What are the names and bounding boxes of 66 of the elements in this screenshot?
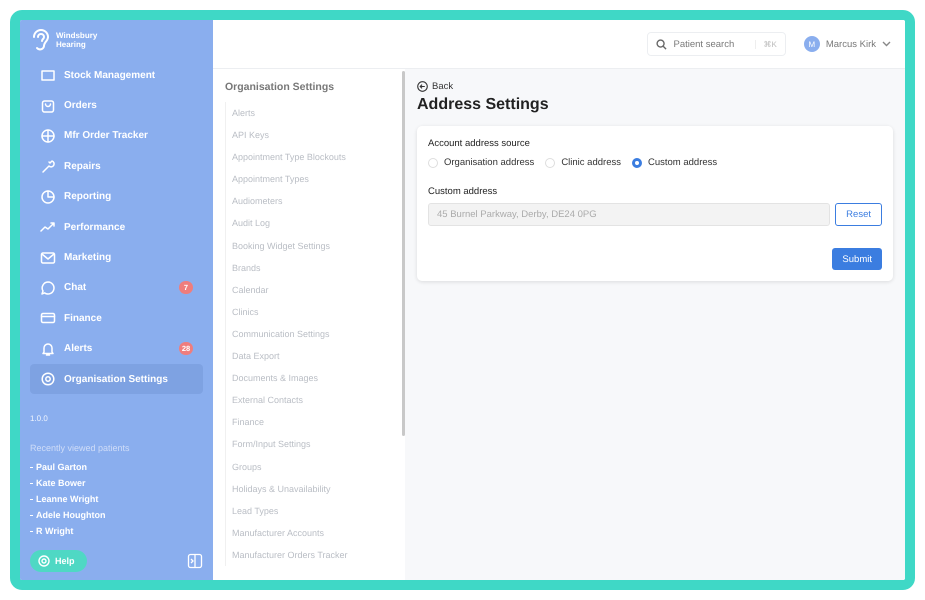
page-title: Address Settings (417, 96, 550, 114)
settings-menu-item[interactable]: Booking Widget Settings (232, 234, 405, 257)
brand-name: Windsbury (56, 31, 98, 40)
shortcut-hint: ⌘K (754, 40, 777, 48)
back-arrow-icon (417, 81, 428, 92)
settings-menu-item[interactable]: External Contacts (232, 389, 405, 412)
chat-icon (40, 280, 56, 296)
pie-icon (40, 188, 56, 205)
patient-search-box[interactable]: Patient search ⌘K (646, 32, 786, 56)
field-label: Custom address (428, 186, 498, 197)
settings-menu-item[interactable]: Appointment Type Blockouts (232, 146, 405, 168)
settings-menu-item[interactable]: Audiometers (232, 190, 405, 212)
settings-menu-item[interactable]: Brands (232, 256, 405, 279)
field-label: Account address source (428, 138, 530, 149)
recent-patient-link[interactable]: Leanne Wright (30, 491, 98, 508)
sidebar-item[interactable]: Reporting (30, 182, 203, 212)
radio-option[interactable]: Custom address (632, 157, 718, 168)
recent-patient-link[interactable]: R Wright (30, 523, 74, 540)
sidebar-item[interactable]: Finance (30, 303, 203, 334)
settings-menu-item[interactable]: Alerts (232, 102, 405, 124)
sidebar-item[interactable]: Orders (30, 90, 203, 121)
brand-name: Hearing (56, 40, 87, 49)
search-icon (656, 38, 666, 50)
card-icon (40, 310, 56, 326)
settings-menu-item[interactable]: Clinics (232, 300, 405, 323)
settings-menu-item[interactable]: Data Export (232, 345, 405, 368)
settings-menu-item[interactable]: API Keys (232, 124, 405, 146)
user-menu[interactable]: M Marcus Kirk (804, 36, 891, 52)
chevron-down-icon (882, 41, 891, 47)
radio-option[interactable]: Clinic address (545, 157, 621, 168)
settings-menu-item[interactable]: Form/Input Settings (232, 433, 405, 456)
mail-icon (40, 250, 56, 266)
sidebar-item[interactable]: Repairs (30, 151, 203, 182)
sidebar-item[interactable]: Performance (30, 212, 203, 242)
avatar: M (804, 36, 820, 52)
sidebar-item[interactable]: Organisation Settings (30, 364, 203, 394)
settings-menu-item[interactable]: Audit Log (232, 212, 405, 235)
recent-patients-heading: Recently viewed patients (30, 443, 130, 454)
settings-menu-heading: Organisation Settings (225, 81, 336, 93)
recent-patient-link[interactable]: Adele Houghton (30, 507, 106, 524)
settings-menu-item[interactable]: Holidays & Unavailability (232, 478, 405, 500)
collapse-sidebar-icon[interactable] (187, 553, 203, 569)
settings-menu-item[interactable]: Appointment Types (232, 168, 405, 190)
settings-menu-item[interactable]: Manufacturer Accounts (232, 522, 405, 544)
settings-menu-item[interactable]: Calendar (232, 278, 405, 301)
sidebar-item[interactable]: Marketing (30, 242, 203, 273)
radio-option[interactable]: Organisation address (428, 157, 534, 168)
settings-menu-item[interactable]: Manufacturer Orders Tracker (232, 544, 405, 566)
settings-menu-item[interactable]: Lead Types (232, 500, 405, 522)
settings-menu-item[interactable]: Documents & Images (232, 367, 405, 390)
submit-button[interactable]: Submit (832, 248, 882, 270)
settings-menu-item[interactable]: Groups (232, 456, 405, 478)
patient-search-field[interactable]: Patient search (672, 38, 750, 50)
back-link[interactable]: Back (417, 81, 454, 92)
bell-icon (40, 340, 56, 357)
help-button[interactable]: Help (30, 550, 87, 572)
sidebar-item[interactable]: Stock Management (30, 60, 203, 90)
recent-patient-link[interactable]: Paul Garton (30, 459, 88, 476)
version-text: 1.0.0 (30, 414, 48, 424)
recent-patient-link[interactable]: Kate Bower (30, 475, 86, 492)
settings-menu-item[interactable]: Communication Settings (232, 322, 405, 346)
bag-icon (40, 98, 56, 114)
settings-menu-item[interactable]: Finance (232, 411, 405, 434)
reset-button[interactable]: Reset (835, 203, 882, 226)
sidebar-item[interactable]: Mfr Order Tracker (30, 120, 203, 152)
radio-button[interactable] (632, 158, 642, 168)
